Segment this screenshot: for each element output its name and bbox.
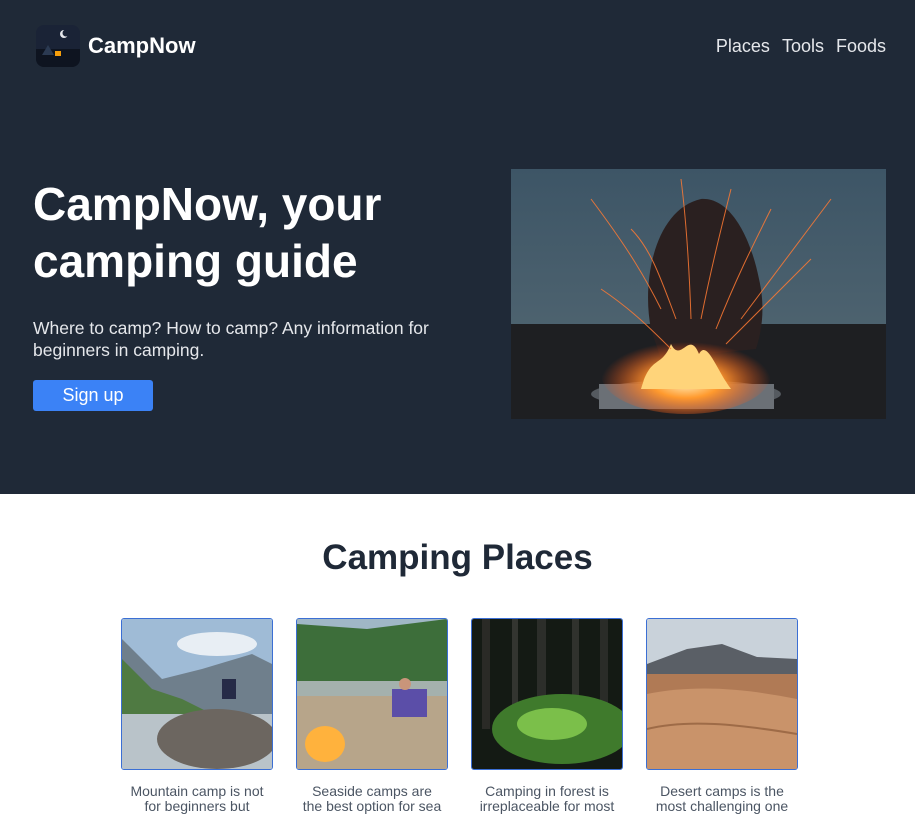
mountain-photo [121, 618, 273, 770]
place-card-mountain[interactable]: Mountain camp is not for beginners but [121, 618, 273, 814]
place-caption: Seaside camps are the best option for se… [302, 783, 442, 814]
section-title: Camping Places [322, 538, 593, 577]
hero-title: CampNow, your camping guide [33, 178, 382, 287]
place-caption: Camping in forest is irreplaceable for m… [479, 783, 615, 814]
place-caption: Mountain camp is not for beginners but [130, 783, 264, 814]
place-card-seaside[interactable]: Seaside camps are the best option for se… [296, 618, 448, 814]
hero-section: CampNow Places Tools Foods CampNow, your… [0, 0, 915, 494]
nav-tools[interactable]: Tools [782, 36, 824, 57]
place-card-forest[interactable]: Camping in forest is irreplaceable for m… [471, 618, 623, 814]
seaside-photo [296, 618, 448, 770]
desert-photo [646, 618, 798, 770]
main-nav: Places Tools Foods [716, 36, 886, 57]
nav-places[interactable]: Places [716, 36, 770, 57]
forest-photo [471, 618, 623, 770]
place-caption: Desert camps is the most challenging one [655, 783, 789, 814]
place-card-desert[interactable]: Desert camps is the most challenging one [646, 618, 798, 814]
sign-up-button[interactable]: Sign up [33, 380, 153, 411]
nav-foods[interactable]: Foods [836, 36, 886, 57]
campnow-logo[interactable] [36, 25, 80, 67]
campfire-photo [511, 169, 886, 419]
brand-name[interactable]: CampNow [88, 33, 196, 59]
hero-subtitle: Where to camp? How to camp? Any informat… [33, 318, 429, 360]
